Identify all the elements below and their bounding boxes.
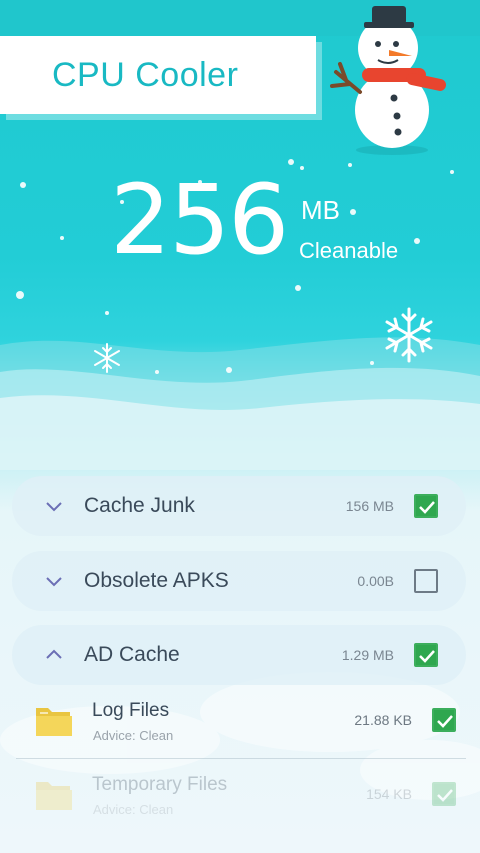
file-item-temporary-files[interactable]: Temporary Files Advice: Clean 154 KB [16,762,466,834]
file-advice: Advice: Clean [93,802,174,817]
chevron-up-icon [46,649,62,659]
cleanable-caption: Cleanable [299,238,399,263]
category-row-cache-junk[interactable]: Cache Junk 156 MB [12,476,466,536]
category-checkbox[interactable] [414,494,438,518]
file-item-log-files[interactable]: Log Files Advice: Clean 21.88 KB [16,688,466,760]
app-title: CPU Cooler [52,56,239,94]
divider [16,758,466,759]
category-row-obsolete-apks[interactable]: Obsolete APKS 0.00B [12,551,466,611]
category-size: 0.00B [357,573,394,589]
file-size: 21.88 KB [354,712,412,728]
category-label: AD Cache [84,643,180,666]
file-advice: Advice: Clean [93,728,174,743]
category-size: 156 MB [345,498,394,514]
chevron-down-icon [46,577,62,587]
cleanable-unit: MB [301,195,340,225]
file-size: 154 KB [366,786,412,802]
file-checkbox[interactable] [432,708,456,732]
category-checkbox[interactable] [414,569,438,593]
folder-icon [36,782,72,810]
category-checkbox[interactable] [414,643,438,667]
check-icon [437,789,453,802]
snowman-icon [330,6,447,155]
category-label: Obsolete APKS [84,569,229,592]
chevron-down-icon [46,502,62,512]
category-size: 1.29 MB [341,647,394,663]
category-label: Cache Junk [84,494,195,517]
cleanable-value: 256 [110,164,289,276]
check-icon [437,715,453,728]
file-label: Log Files [92,700,170,721]
file-checkbox[interactable] [432,782,456,806]
file-label: Temporary Files [92,774,228,795]
category-row-ad-cache[interactable]: AD Cache 1.29 MB [12,625,466,685]
folder-icon [36,708,72,736]
check-icon [419,501,435,514]
check-icon [419,650,435,663]
